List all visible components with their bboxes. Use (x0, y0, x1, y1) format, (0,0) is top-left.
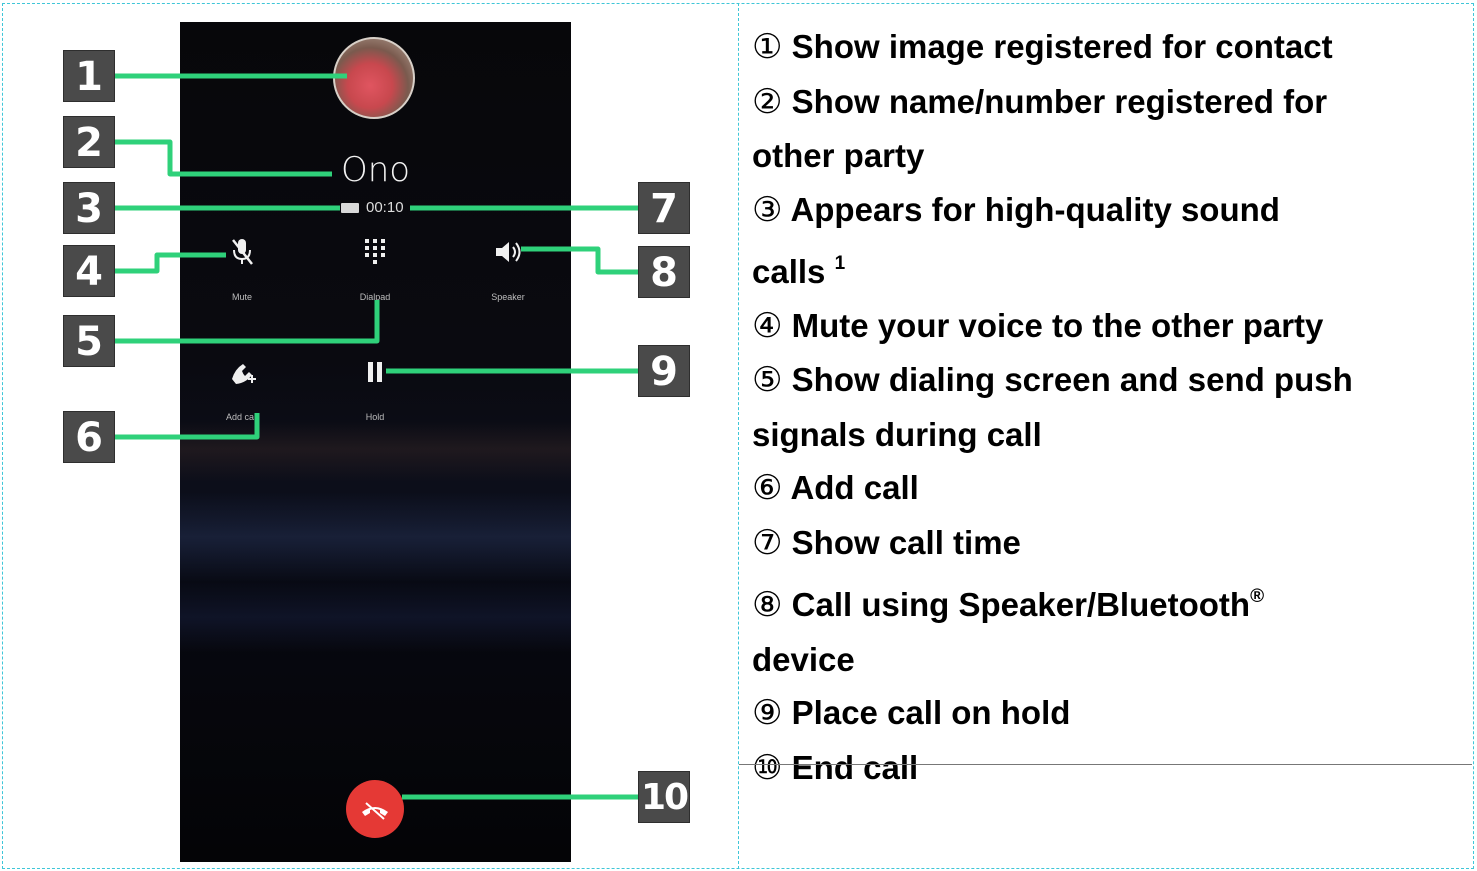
speaker-label: Speaker (491, 292, 525, 302)
callout-1: 1 (63, 50, 115, 102)
column-divider (738, 3, 739, 869)
speaker-icon-svg (496, 242, 521, 262)
callout-10: 10 (638, 771, 690, 823)
item-number: ⑥ (752, 468, 783, 508)
callout-8: 8 (638, 246, 690, 298)
registered-mark: ® (1250, 586, 1265, 607)
pause-icon-svg (368, 362, 382, 382)
item-text: Add call (790, 469, 919, 506)
description-item-3-cont: calls 1 (752, 237, 1462, 299)
item-number: ⑨ (752, 693, 783, 733)
table-rule (739, 764, 1472, 765)
item-number: ⑦ (752, 522, 783, 563)
dialpad-icon[interactable] (350, 237, 400, 274)
background-band (180, 582, 571, 652)
call-end-icon (362, 802, 388, 820)
item-text: Place call on hold (791, 694, 1071, 731)
contact-name: Ono (340, 150, 411, 190)
item-text: Show dialing screen and send push (791, 361, 1353, 398)
contact-avatar (333, 37, 415, 119)
callout-6: 6 (63, 411, 115, 463)
mic-off-icon[interactable] (217, 237, 267, 274)
dialpad-icon-svg (365, 239, 385, 264)
callout-2: 2 (63, 116, 115, 168)
add-call-icon-svg (232, 364, 256, 384)
description-item-10: ⑩ End call (752, 741, 1462, 796)
callout-3: 3 (63, 182, 115, 234)
item-text: device (752, 640, 855, 678)
item-text: signals during call (752, 415, 1042, 453)
pause-icon[interactable] (350, 357, 400, 394)
item-text: Call using Speaker/Bluetooth (791, 586, 1251, 623)
item-text: Mute your voice to the other party (791, 306, 1324, 344)
item-text: End call (791, 748, 919, 786)
item-text: Show call time (791, 523, 1021, 561)
description-item-2-cont: other party (752, 129, 1462, 183)
description-item-8: ⑧ Call using Speaker/Bluetooth® (752, 570, 1462, 633)
add-call-label: Add call (225, 412, 259, 422)
description-item-1: ① Show image registered for contact (752, 20, 1462, 75)
item-number: ⑤ (752, 360, 783, 400)
add-call-icon[interactable] (217, 357, 267, 394)
description-item-5: ⑤ Show dialing screen and send push (752, 353, 1462, 408)
item-number: ③ (752, 189, 783, 230)
description-item-3: ③ Appears for high-quality sound (752, 183, 1462, 238)
call-time: 00:10 (366, 199, 404, 216)
description-item-6: ⑥ Add call (752, 461, 1462, 516)
end-call-button[interactable] (346, 780, 404, 838)
description-item-4: ④ Mute your voice to the other party (752, 299, 1462, 354)
callout-9: 9 (638, 345, 690, 397)
item-text: Appears for high-quality sound (790, 190, 1280, 228)
callout-5: 5 (63, 315, 115, 367)
item-number: ⑧ (752, 585, 783, 625)
dialpad-label: Dialpad (359, 292, 391, 302)
mute-label: Mute (231, 292, 252, 302)
item-text: Show image registered for contact (791, 28, 1333, 65)
item-text: other party (752, 137, 925, 174)
speaker-icon[interactable] (483, 237, 533, 274)
item-number: ① (752, 27, 783, 67)
description-item-9: ⑨ Place call on hold (752, 686, 1462, 741)
description-item-5-cont: signals during call (752, 408, 1462, 462)
hd-voice-icon (341, 203, 359, 213)
in-call-screen: Ono 00:10 Mute Dialpad Speaker Add call … (180, 22, 571, 862)
callout-4: 4 (63, 245, 115, 297)
description-item-8-cont: device (752, 633, 1462, 687)
item-number: ② (752, 81, 783, 122)
hold-label: Hold (365, 412, 385, 422)
background-band (180, 422, 571, 482)
item-number: ④ (752, 305, 783, 346)
description-list: ① Show image registered for contact ② Sh… (752, 20, 1462, 795)
item-number: ⑩ (752, 747, 783, 788)
background-band (180, 492, 571, 582)
footnote-marker: 1 (834, 253, 846, 274)
item-text: calls (752, 253, 826, 290)
description-item-7: ⑦ Show call time (752, 516, 1462, 571)
description-item-2: ② Show name/number registered for (752, 75, 1462, 130)
item-text: Show name/number registered for (791, 82, 1328, 120)
mic-off-icon-svg (232, 239, 253, 265)
callout-7: 7 (638, 182, 690, 234)
